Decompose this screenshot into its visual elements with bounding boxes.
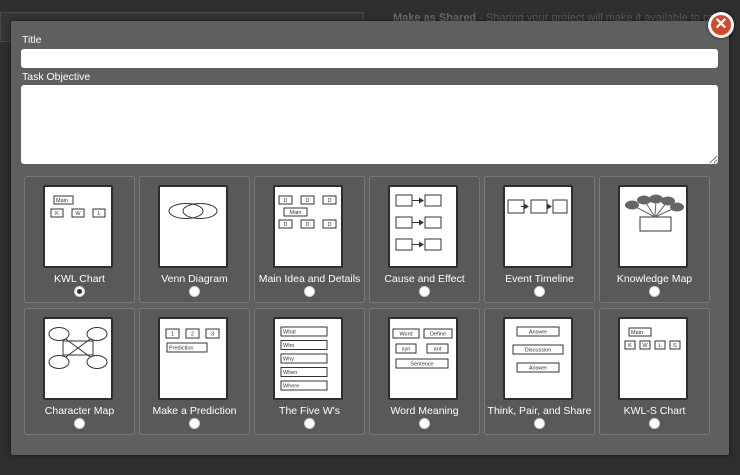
organizer-label: KWL Chart <box>54 273 105 285</box>
svg-text:K: K <box>628 343 632 349</box>
organizer-card[interactable]: What Who Why When Where The Five W's <box>254 308 365 435</box>
close-button[interactable]: ✕ <box>708 12 734 38</box>
organizer-card[interactable]: D D D Main D D D Main Idea and Details <box>254 176 365 303</box>
svg-text:Answer: Answer <box>529 366 548 372</box>
svg-text:Where: Where <box>283 384 299 390</box>
svg-text:Prediction: Prediction <box>169 346 193 352</box>
svg-text:W: W <box>642 343 648 349</box>
svg-text:Word: Word <box>399 332 412 338</box>
organizer-radio[interactable] <box>649 418 660 429</box>
create-organizer-modal: Title Task Objective Main K W L KWL Chart Ven… <box>11 21 729 455</box>
title-input[interactable] <box>21 49 718 68</box>
svg-text:D: D <box>328 198 332 204</box>
svg-text:3: 3 <box>211 332 214 338</box>
character-map-icon <box>43 317 113 400</box>
organizer-radio[interactable] <box>189 286 200 297</box>
event-timeline-icon <box>503 185 573 268</box>
organizer-label: Cause and Effect <box>384 273 465 285</box>
organizer-radio[interactable] <box>74 418 85 429</box>
svg-text:What: What <box>283 330 296 336</box>
svg-text:D: D <box>284 198 288 204</box>
svg-text:Define: Define <box>430 332 446 338</box>
organizer-label: Event Timeline <box>505 273 574 285</box>
svg-text:2: 2 <box>191 332 194 338</box>
title-label: Title <box>22 34 42 46</box>
organizer-card[interactable]: Cause and Effect <box>369 176 480 303</box>
organizer-radio[interactable] <box>304 418 315 429</box>
svg-text:L: L <box>658 343 661 349</box>
venn-diagram-icon <box>158 185 228 268</box>
svg-text:1: 1 <box>171 332 174 338</box>
svg-text:Answer: Answer <box>529 330 548 336</box>
organizer-radio[interactable] <box>534 286 545 297</box>
svg-text:D: D <box>306 198 310 204</box>
svg-text:syn: syn <box>402 347 411 353</box>
organizer-card[interactable]: 1 2 3 Prediction Make a Prediction <box>139 308 250 435</box>
kwl-chart-icon: Main K W L <box>43 185 113 268</box>
svg-text:W: W <box>75 211 81 217</box>
organizer-radio[interactable] <box>304 286 315 297</box>
organizer-label: Knowledge Map <box>616 273 693 285</box>
organizer-label: Think, Pair, and Share <box>487 405 592 417</box>
svg-text:Why: Why <box>283 357 294 363</box>
svg-text:K: K <box>55 211 59 217</box>
kwls-chart-icon: Main K W L S <box>618 317 688 400</box>
task-objective-label: Task Objective <box>22 71 91 83</box>
organizer-label: Venn Diagram <box>161 273 228 285</box>
organizer-card[interactable]: Main K W L S KWL-S Chart <box>599 308 710 435</box>
organizer-grid: Main K W L KWL Chart Venn Diagram D D D Main D D D Ma… <box>24 176 710 435</box>
think-pair-share-icon: Answer Discussion Answer <box>503 317 573 400</box>
organizer-radio[interactable] <box>419 418 430 429</box>
svg-text:Discussion: Discussion <box>525 348 552 354</box>
organizer-radio[interactable] <box>649 286 660 297</box>
close-icon: ✕ <box>711 15 731 35</box>
svg-text:ant: ant <box>434 347 442 353</box>
organizer-label: Make a Prediction <box>152 405 237 417</box>
svg-text:Who: Who <box>283 343 294 349</box>
organizer-radio[interactable] <box>419 286 430 297</box>
task-objective-input[interactable] <box>21 85 718 164</box>
knowledge-map-icon <box>618 185 688 268</box>
organizer-label: Main Idea and Details <box>258 273 361 285</box>
organizer-label: Word Meaning <box>390 405 459 417</box>
svg-text:D: D <box>284 222 288 228</box>
svg-text:L: L <box>97 211 100 217</box>
organizer-card[interactable]: Answer Discussion Answer Think, Pair, and S… <box>484 308 595 435</box>
svg-text:D: D <box>328 222 332 228</box>
svg-text:Sentence: Sentence <box>410 362 433 368</box>
svg-text:Main: Main <box>631 330 643 336</box>
svg-text:Main: Main <box>290 210 302 216</box>
organizer-card[interactable]: Character Map <box>24 308 135 435</box>
organizer-card[interactable]: Main K W L KWL Chart <box>24 176 135 303</box>
word-meaning-icon: Word Define syn ant Sentence <box>388 317 458 400</box>
organizer-label: KWL-S Chart <box>623 405 686 417</box>
cause-effect-icon <box>388 185 458 268</box>
five-ws-icon: What Who Why When Where <box>273 317 343 400</box>
organizer-card[interactable]: Venn Diagram <box>139 176 250 303</box>
svg-text:S: S <box>673 343 677 349</box>
organizer-radio[interactable] <box>74 286 85 297</box>
organizer-label: Character Map <box>44 405 115 417</box>
organizer-radio[interactable] <box>189 418 200 429</box>
organizer-radio[interactable] <box>534 418 545 429</box>
organizer-card[interactable]: Word Define syn ant Sentence Word Meaning <box>369 308 480 435</box>
svg-text:Main: Main <box>56 198 68 204</box>
svg-text:D: D <box>306 222 310 228</box>
main-idea-icon: D D D Main D D D <box>273 185 343 268</box>
prediction-icon: 1 2 3 Prediction <box>158 317 228 400</box>
organizer-card[interactable]: Event Timeline <box>484 176 595 303</box>
organizer-card[interactable]: Knowledge Map <box>599 176 710 303</box>
organizer-label: The Five W's <box>279 405 340 417</box>
svg-text:When: When <box>283 370 297 376</box>
